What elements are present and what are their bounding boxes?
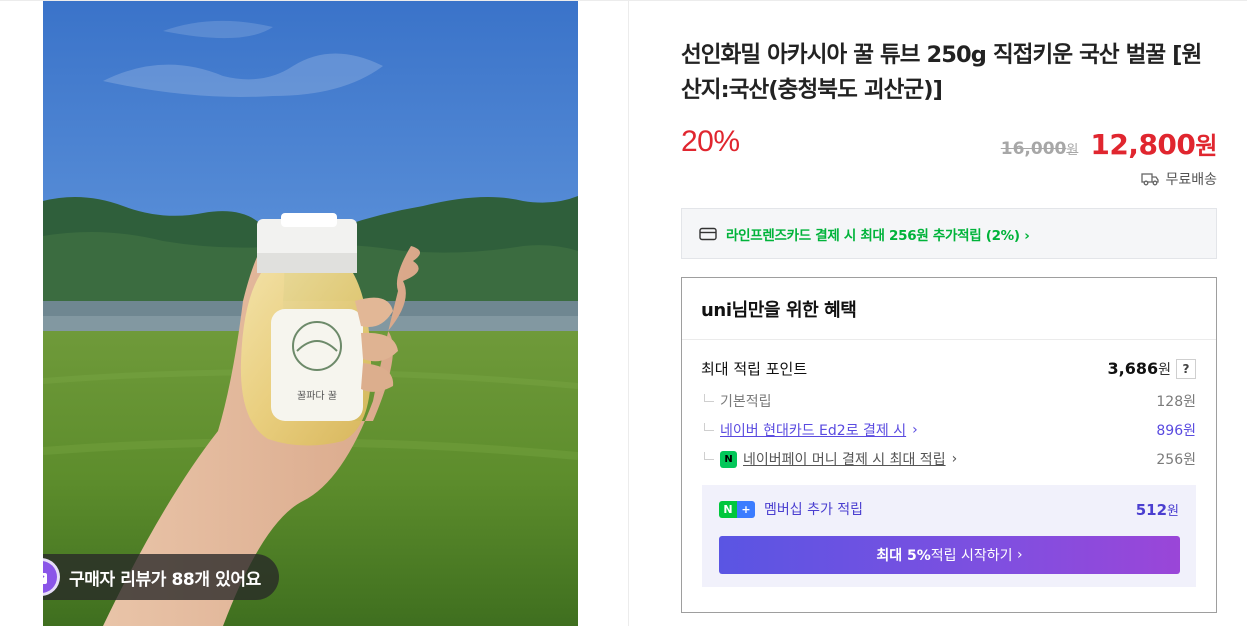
discount-rate: 20% bbox=[681, 125, 740, 158]
card-promo-banner[interactable]: 라인프렌즈카드 결제 시 최대 256원 추가적립 (2%) › bbox=[681, 208, 1217, 259]
membership-label: 멤버십 추가 적립 bbox=[764, 502, 864, 518]
membership-row: N + 멤버십 추가 적립 512원 bbox=[719, 499, 1179, 519]
shopping-bag-icon bbox=[43, 561, 57, 593]
shipping-info: 무료배송 bbox=[1141, 169, 1217, 189]
card-promo-text: 라인프렌즈카드 결제 시 최대 256원 추가적립 (2%) › bbox=[726, 227, 1030, 244]
membership-value: 512원 bbox=[1135, 500, 1179, 519]
sale-price: 12,800원 bbox=[1090, 128, 1217, 161]
benefit-heading: uni님만을 위한 혜택 bbox=[682, 278, 1216, 340]
shipping-label: 무료배송 bbox=[1165, 172, 1217, 188]
truck-icon bbox=[1141, 173, 1160, 186]
points-item-basic: 기본적립 128원 bbox=[704, 391, 1196, 411]
credit-card-icon bbox=[699, 227, 717, 240]
max-points-label: 최대 적립 포인트 bbox=[701, 360, 808, 378]
product-image[interactable]: 꿀파다 꿀 구매자 리뷰가 88개 있어요 bbox=[43, 1, 578, 626]
product-title: 선인화밀 아카시아 꿀 튜브 250g 직접키운 국산 벌꿀 [원산지:국산(충… bbox=[681, 42, 1202, 103]
product-detail-page: 꿀파다 꿀 구매자 리뷰가 88개 있어요 선인화밀 아카시아 꿀 튜브 250… bbox=[0, 0, 1247, 626]
points-item-hyundai-card[interactable]: 네이버 현대카드 Ed2로 결제 시 › 896원 bbox=[704, 420, 1196, 440]
max-points-row: 최대 적립 포인트 3,686원 ? bbox=[701, 358, 1196, 379]
original-price: 16,000원 bbox=[1000, 139, 1079, 159]
column-divider bbox=[628, 0, 629, 626]
membership-box: N + 멤버십 추가 적립 512원 최대 5% 적립 시작하기 › bbox=[702, 485, 1196, 587]
help-icon[interactable]: ? bbox=[1176, 358, 1196, 379]
review-count-badge[interactable]: 구매자 리뷰가 88개 있어요 bbox=[43, 554, 279, 600]
price-row: 16,000원 12,800원 bbox=[1000, 126, 1218, 161]
naverpay-icon: N bbox=[720, 450, 737, 468]
points-item-naverpay[interactable]: N 네이버페이 머니 결제 시 최대 적립 › 256원 bbox=[704, 449, 1196, 469]
nplus-membership-icon: N + bbox=[719, 500, 755, 518]
jar-label-text: 꿀파다 꿀 bbox=[297, 390, 337, 402]
member-benefit-panel: uni님만을 위한 혜택 최대 적립 포인트 3,686원 ? 기본적립 128… bbox=[681, 277, 1217, 613]
max-points-value: 3,686원 ? bbox=[1108, 358, 1196, 379]
review-count-text: 구매자 리뷰가 88개 있어요 bbox=[69, 569, 261, 590]
membership-start-button[interactable]: 최대 5% 적립 시작하기 › bbox=[719, 536, 1180, 574]
